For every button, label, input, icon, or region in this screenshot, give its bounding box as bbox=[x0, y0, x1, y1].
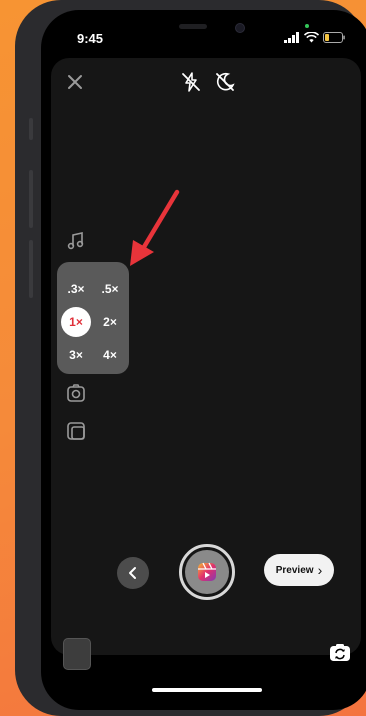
back-button[interactable] bbox=[117, 557, 149, 589]
mute-switch bbox=[29, 118, 33, 140]
camera-flip-icon[interactable] bbox=[329, 642, 351, 664]
record-button-core bbox=[185, 550, 229, 594]
volume-up-button bbox=[29, 170, 33, 228]
wifi-icon bbox=[304, 32, 319, 43]
music-note-icon[interactable] bbox=[65, 230, 87, 252]
zoom-level-panel: .3× .5× 1× 2× 3× 4× bbox=[57, 262, 129, 374]
record-button[interactable] bbox=[179, 544, 235, 600]
zoom-option-0.3x[interactable]: .3× bbox=[61, 274, 91, 304]
flash-off-icon[interactable] bbox=[179, 70, 203, 94]
notch bbox=[133, 10, 281, 44]
zoom-option-4x[interactable]: 4× bbox=[95, 340, 125, 370]
volume-down-button bbox=[29, 240, 33, 298]
chevron-right-icon: › bbox=[317, 562, 323, 578]
battery-icon bbox=[323, 32, 345, 43]
status-time: 9:45 bbox=[77, 31, 104, 46]
zoom-option-2x[interactable]: 2× bbox=[95, 307, 125, 337]
zoom-option-3x[interactable]: 3× bbox=[61, 340, 91, 370]
status-indicators bbox=[284, 32, 345, 43]
layout-icon[interactable] bbox=[65, 420, 87, 442]
home-indicator[interactable] bbox=[152, 688, 262, 692]
gallery-thumbnail[interactable] bbox=[63, 638, 91, 670]
night-mode-off-icon[interactable] bbox=[213, 70, 237, 94]
zoom-option-0.5x[interactable]: .5× bbox=[95, 274, 125, 304]
zoom-option-1x[interactable]: 1× bbox=[61, 307, 91, 337]
preview-label: Preview bbox=[275, 564, 314, 576]
phone-screen: 9:45 .3× .5× 1× 2× 3× 4× Preview › bbox=[41, 10, 366, 710]
phone-frame: 9:45 .3× .5× 1× 2× 3× 4× Preview › bbox=[15, 0, 366, 716]
earpiece-speaker bbox=[179, 24, 207, 29]
signal-icon bbox=[284, 32, 299, 43]
annotation-arrow bbox=[130, 189, 180, 266]
chevron-left-icon bbox=[129, 567, 136, 579]
preview-button[interactable]: Preview › bbox=[264, 554, 334, 586]
front-camera bbox=[235, 23, 245, 33]
close-icon[interactable] bbox=[66, 73, 84, 91]
camera-in-use-indicator bbox=[305, 24, 309, 28]
timer-icon[interactable] bbox=[65, 382, 87, 404]
reels-icon bbox=[198, 562, 216, 581]
